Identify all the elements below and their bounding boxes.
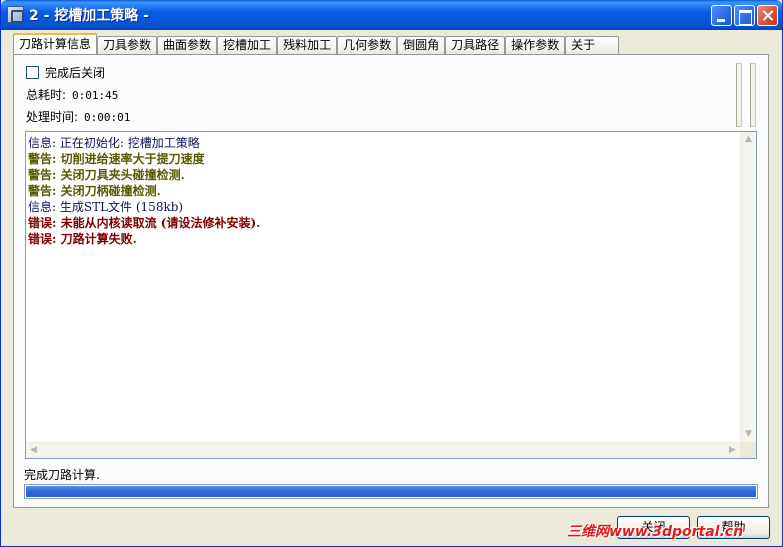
process-time-value: 0:00:01 bbox=[84, 111, 131, 124]
log-output[interactable]: 信息: 正在初始化: 挖槽加工策略 警告: 切削进给速率大于提刀速度 警告: 关… bbox=[25, 131, 757, 459]
tab-tool-path[interactable]: 刀具路径 bbox=[445, 36, 506, 54]
status-text: 完成刀路计算. bbox=[24, 468, 100, 482]
total-time-label: 总耗时: bbox=[26, 88, 67, 102]
log-vertical-scrollbar[interactable]: ▲ ▼ bbox=[740, 132, 756, 442]
tab-toolpath-info[interactable]: 刀路计算信息 bbox=[13, 33, 98, 54]
level-meter-1 bbox=[736, 63, 742, 127]
log-line: 错误: 刀路计算失败. bbox=[28, 232, 137, 246]
tab-fillet[interactable]: 倒圆角 bbox=[397, 36, 446, 54]
log-line: 警告: 关闭刀具夹头碰撞检测. bbox=[28, 168, 185, 182]
site-watermark: 三维网www.3dportal.cn bbox=[567, 524, 744, 540]
log-line: 错误: 未能从内核读取流 (请设法修补安装). bbox=[28, 216, 261, 230]
close-on-done-checkbox[interactable] bbox=[26, 66, 39, 79]
tab-strip: 刀路计算信息 刀具参数 曲面参数 挖槽加工 残料加工 几何参数 倒圆角 刀具路径… bbox=[13, 33, 620, 54]
process-time-label: 处理时间: bbox=[26, 110, 79, 124]
maximize-button[interactable] bbox=[734, 5, 755, 26]
level-meter-2 bbox=[750, 63, 756, 127]
scroll-right-icon[interactable]: ▶ bbox=[725, 443, 740, 458]
log-line: 警告: 切削进给速率大于提刀速度 bbox=[28, 152, 205, 166]
tab-panel-toolpath-info: 完成后关闭 总耗时: 0:01:45 处理时间: 0:00:01 信息: 正在初始化… bbox=[13, 54, 769, 508]
log-line: 信息: 正在初始化: 挖槽加工策略 bbox=[28, 136, 200, 150]
tab-surface-params[interactable]: 曲面参数 bbox=[157, 36, 218, 54]
log-lines: 信息: 正在初始化: 挖槽加工策略 警告: 切削进给速率大于提刀速度 警告: 关… bbox=[28, 135, 738, 247]
tab-about[interactable]: 关于 bbox=[565, 36, 620, 54]
log-horizontal-scrollbar[interactable]: ◀ ▶ bbox=[26, 442, 740, 458]
progress-bar-fill bbox=[26, 486, 756, 497]
total-time: 总耗时: 0:01:45 bbox=[26, 86, 118, 103]
title-bar[interactable]: 2 - 挖槽加工策略 - bbox=[1, 0, 782, 30]
close-on-done-label: 完成后关闭 bbox=[45, 66, 106, 80]
tab-tool-params[interactable]: 刀具参数 bbox=[97, 36, 158, 54]
scroll-up-icon[interactable]: ▲ bbox=[741, 132, 756, 147]
close-on-done-row[interactable]: 完成后关闭 bbox=[26, 64, 105, 81]
minimize-button[interactable] bbox=[711, 5, 732, 26]
tab-operation-params[interactable]: 操作参数 bbox=[505, 36, 566, 54]
scroll-down-icon[interactable]: ▼ bbox=[741, 427, 756, 442]
log-line: 警告: 关闭刀柄碰撞检测. bbox=[28, 184, 161, 198]
tab-geometry-params[interactable]: 几何参数 bbox=[337, 36, 398, 54]
tab-pocket-machining[interactable]: 挖槽加工 bbox=[217, 36, 278, 54]
tab-about-label: 关于 bbox=[571, 38, 596, 52]
progress-bar bbox=[24, 484, 758, 499]
tab-rest-machining[interactable]: 残料加工 bbox=[277, 36, 338, 54]
log-line: 信息: 生成STL文件 (158kb) bbox=[28, 200, 184, 214]
scroll-left-icon[interactable]: ◀ bbox=[26, 443, 41, 458]
process-time: 处理时间: 0:00:01 bbox=[26, 108, 130, 125]
total-time-value: 0:01:45 bbox=[72, 89, 119, 102]
scrollbar-corner bbox=[740, 442, 756, 458]
close-window-button[interactable] bbox=[757, 5, 778, 26]
app-icon bbox=[7, 6, 24, 23]
window-title: 2 - 挖槽加工策略 - bbox=[29, 8, 149, 24]
dialog-window: 2 - 挖槽加工策略 - 刀路计算信息 刀具参数 曲面参数 挖槽加工 残料加工 … bbox=[0, 0, 783, 547]
